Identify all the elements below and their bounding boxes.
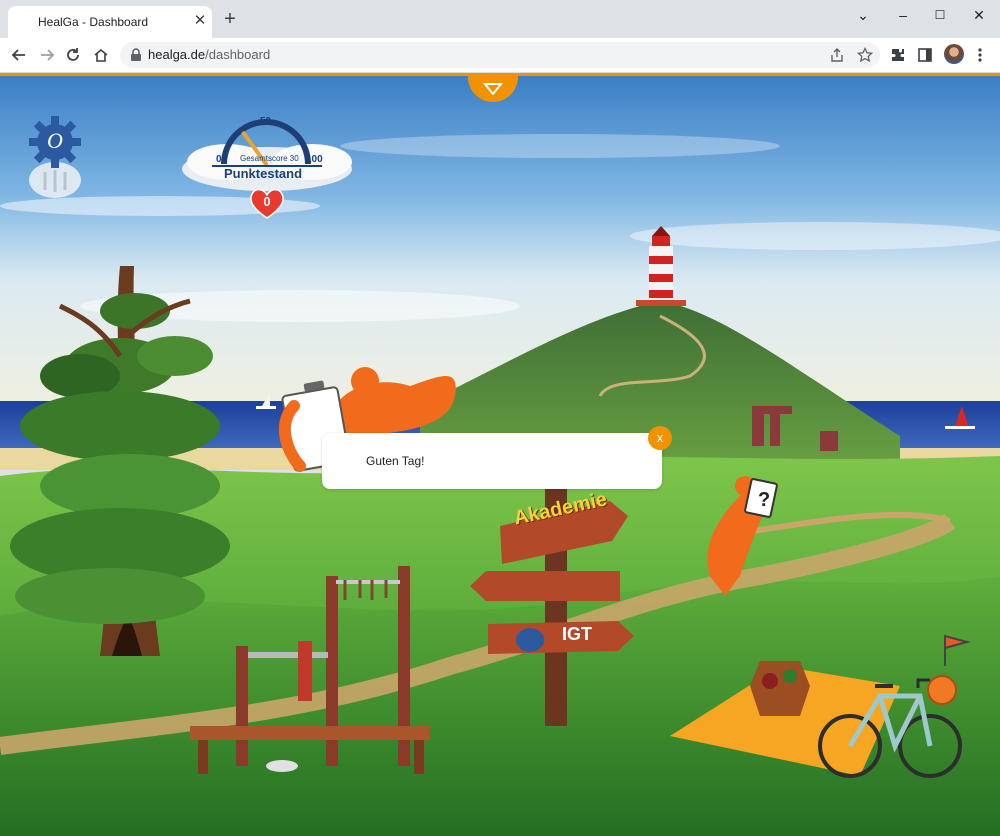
profile-avatar[interactable] [944, 44, 964, 64]
browser-toolbar: healga.de/dashboard [0, 38, 1000, 73]
maximize-button[interactable]: ☐ [925, 4, 955, 26]
bookmark-star-icon[interactable] [856, 46, 874, 64]
dashboard-page: ? 50 0 100 Gesamtscore 30 Punktestand 0 … [0, 73, 1000, 836]
gauge-subtitle: Gesamtscore 30 [240, 154, 299, 163]
tab-close-icon[interactable]: ✕ [192, 13, 208, 29]
sign-igt-label[interactable]: IGT [562, 624, 592, 645]
close-window-button[interactable]: ✕ [964, 4, 994, 26]
share-icon[interactable] [828, 46, 846, 64]
url-text: healga.de/dashboard [148, 47, 270, 62]
hearts-count: 0 [263, 194, 271, 209]
new-tab-button[interactable]: + [220, 9, 240, 30]
browser-tab[interactable]: HealGa - Dashboard ✕ [8, 6, 212, 38]
gauge-mid-label: 50 [260, 116, 272, 127]
url-path: /dashboard [205, 47, 271, 62]
back-button[interactable] [8, 44, 30, 66]
extensions-icon[interactable] [888, 45, 908, 65]
svg-text:?: ? [758, 489, 770, 511]
sign-igt [488, 621, 634, 654]
settings-button[interactable]: O [28, 116, 82, 198]
igt-logo [516, 628, 544, 652]
reload-button[interactable] [62, 44, 84, 66]
greeting-dialog: Guten Tag! [322, 433, 662, 489]
greeting-message: Guten Tag! [366, 454, 425, 468]
dialog-close-button[interactable]: x [648, 426, 672, 450]
settings-label: O [47, 128, 63, 153]
home-button[interactable] [90, 44, 112, 66]
address-bar[interactable]: healga.de/dashboard [120, 42, 880, 68]
gauge-min-label: 0 [216, 154, 222, 165]
url-host: healga.de [148, 47, 206, 62]
score-title: Punktestand [224, 166, 303, 181]
minimize-button[interactable]: – [888, 4, 918, 26]
sign-blank [470, 571, 620, 601]
home-icon [94, 48, 108, 62]
forward-button[interactable] [36, 44, 58, 66]
browser-titlebar: HealGa - Dashboard ✕ + ⌄ – ☐ ✕ [0, 0, 1000, 38]
lock-icon [131, 48, 141, 61]
arrow-left-icon [11, 49, 25, 61]
tab-title: HealGa - Dashboard [38, 15, 149, 29]
arrow-right-icon [41, 49, 55, 61]
more-menu-icon[interactable] [970, 45, 990, 65]
gauge-max-label: 100 [306, 154, 323, 165]
triangle-down-icon [483, 83, 503, 95]
tab-search-icon[interactable]: ⌄ [848, 4, 878, 26]
reload-icon [67, 48, 79, 61]
side-panel-icon[interactable] [915, 45, 935, 65]
